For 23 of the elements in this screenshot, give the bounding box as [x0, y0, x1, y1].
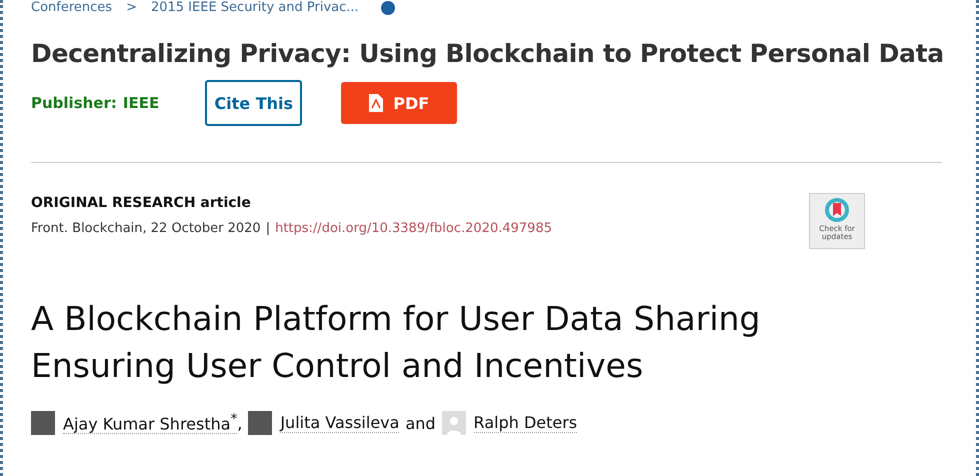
journal-citation: Front. Blockchain, 22 October 2020: [31, 221, 261, 236]
breadcrumb-link[interactable]: 2015 IEEE Security and Privac...: [150, 1, 359, 15]
document-icon: [369, 94, 384, 112]
doi-link[interactable]: https://doi.org/10.3389/fbloc.2020.497985: [275, 221, 552, 236]
article-title: A Blockchain Platform for User Data Sharing Ensuring User Control and Incentives: [31, 298, 762, 387]
cite-button[interactable]: Cite This: [205, 80, 302, 126]
publisher-label: Publisher:: [31, 94, 117, 112]
pdf-button[interactable]: PDF: [341, 82, 458, 124]
breadcrumb-separator: >: [126, 1, 137, 15]
publisher-name: IEEE: [122, 94, 160, 112]
photo-placeholder: [31, 411, 55, 435]
author-separator: ,: [237, 414, 242, 432]
author-link[interactable]: Julita Vassileva: [280, 413, 400, 433]
article-title: Decentralizing Privacy: Using Blockchain to Protect Personal Data: [31, 39, 941, 68]
citation-separator: |: [266, 221, 270, 236]
author-link[interactable]: Ajay Kumar Shrestha$^{*}$: [63, 412, 238, 434]
author-link[interactable]: Ralph Deters: [474, 413, 578, 433]
breadcrumb-link[interactable]: Conferences: [31, 1, 112, 15]
photo-placeholder: [248, 411, 272, 435]
author-separator: and: [405, 414, 436, 432]
article-type: ORIGINAL RESEARCH article: [31, 195, 252, 211]
bookmark-ring-icon: [824, 197, 850, 223]
user-silhouette-icon: [442, 411, 466, 435]
